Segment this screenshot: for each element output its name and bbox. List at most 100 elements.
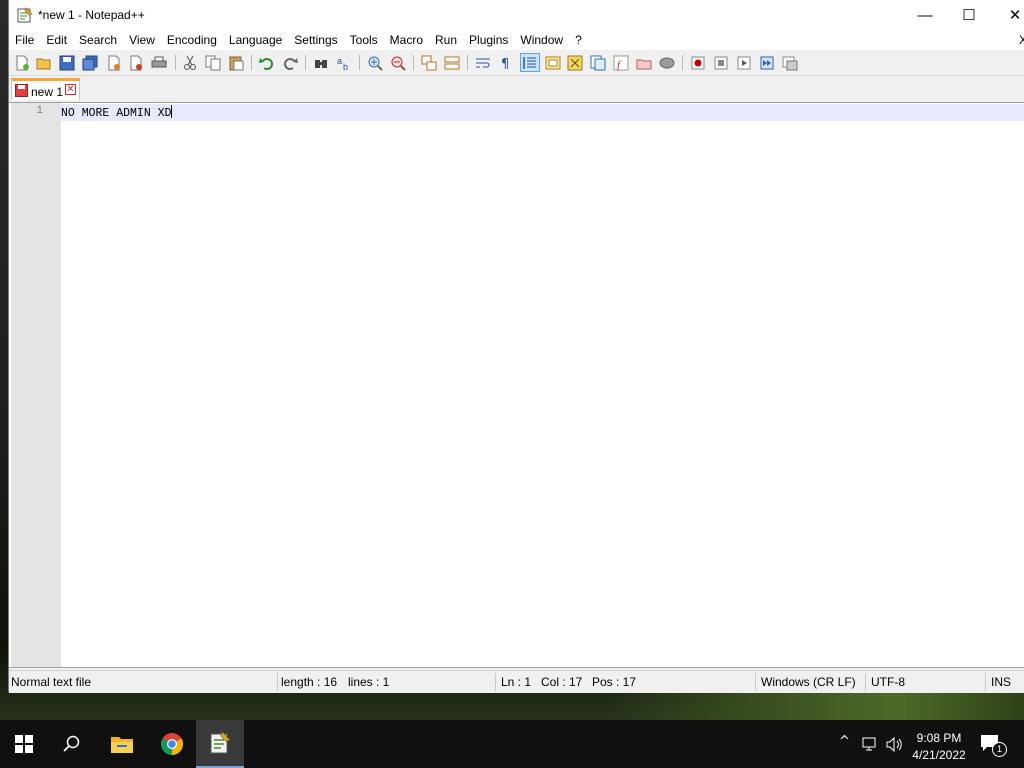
folder-as-workspace-button[interactable] xyxy=(635,54,653,71)
status-encoding[interactable]: UTF-8 xyxy=(871,675,905,689)
print-button[interactable] xyxy=(150,54,168,71)
show-all-chars-icon: ¶ xyxy=(501,57,509,71)
status-divider xyxy=(985,673,986,691)
toolbar-separator xyxy=(175,55,176,70)
play-macro-button[interactable] xyxy=(735,54,753,71)
volume-icon[interactable] xyxy=(886,737,904,752)
search-button[interactable] xyxy=(48,720,96,768)
clock-time: 9:08 PM xyxy=(916,731,962,745)
show-all-chars-button[interactable]: ¶ xyxy=(497,54,515,71)
redo-button[interactable] xyxy=(281,54,299,71)
menu-close-document[interactable]: X xyxy=(1013,30,1024,50)
status-insert-mode[interactable]: INS xyxy=(991,675,1011,689)
menu-encoding[interactable]: Encoding xyxy=(161,30,223,50)
tab-close-icon[interactable]: ✕ xyxy=(65,84,76,95)
sync-horizontal-icon xyxy=(444,56,460,69)
menu-plugins[interactable]: Plugins xyxy=(463,30,514,50)
close-file-button[interactable] xyxy=(105,54,123,71)
save-button[interactable] xyxy=(58,54,76,71)
document-list-button[interactable] xyxy=(589,54,607,71)
start-button[interactable] xyxy=(0,720,48,768)
minimize-icon: — xyxy=(917,6,933,24)
unsaved-file-icon xyxy=(15,84,28,97)
new-file-icon xyxy=(16,55,29,70)
run-macro-multiple-button[interactable] xyxy=(758,54,776,71)
network-icon[interactable] xyxy=(862,737,880,752)
toolbar-separator xyxy=(467,55,468,70)
sync-vertical-icon xyxy=(421,55,437,70)
current-line-highlight xyxy=(61,104,1024,121)
find-button[interactable] xyxy=(312,54,330,71)
maximize-button[interactable]: ☐ xyxy=(946,0,992,30)
menu-tools[interactable]: Tools xyxy=(344,30,384,50)
tray-chevron-up-icon[interactable]: ^ xyxy=(839,734,850,749)
zoom-in-button[interactable] xyxy=(366,54,384,71)
menu-settings[interactable]: Settings xyxy=(288,30,343,50)
close-button[interactable]: ✕ xyxy=(992,0,1024,30)
file-explorer-button[interactable] xyxy=(98,720,146,768)
status-bar: Normal text file length : 16 lines : 1 L… xyxy=(9,670,1024,693)
editor-area[interactable]: 1 NO MORE ADMIN XD xyxy=(9,102,1024,668)
indent-guide-icon xyxy=(523,56,536,69)
document-list-icon xyxy=(590,55,606,70)
paste-icon xyxy=(229,56,244,70)
undo-icon xyxy=(259,57,273,70)
copy-icon xyxy=(205,55,221,70)
status-eol[interactable]: Windows (CR LF) xyxy=(761,675,856,689)
open-file-button[interactable] xyxy=(35,54,53,71)
tab-bar: new 1 ✕ xyxy=(9,77,1024,102)
minimize-button[interactable]: — xyxy=(902,0,948,30)
paste-button[interactable] xyxy=(227,54,245,71)
monitoring-icon xyxy=(659,57,675,68)
user-defined-language-button[interactable] xyxy=(544,54,562,71)
editor-line[interactable]: NO MORE ADMIN XD xyxy=(61,105,173,120)
sync-vertical-button[interactable] xyxy=(420,54,438,71)
menu-view[interactable]: View xyxy=(123,30,161,50)
record-macro-button[interactable] xyxy=(689,54,707,71)
sync-horizontal-button[interactable] xyxy=(443,54,461,71)
chrome-icon xyxy=(161,733,183,755)
notepadpp-taskbar-button[interactable] xyxy=(196,720,244,768)
menu-edit[interactable]: Edit xyxy=(40,30,73,50)
new-file-button[interactable] xyxy=(13,54,31,71)
status-length: length : 16 xyxy=(281,675,338,689)
notification-center-button[interactable]: 1 xyxy=(980,734,1007,757)
stop-macro-button[interactable] xyxy=(712,54,730,71)
notification-badge: 1 xyxy=(992,742,1007,757)
line-number-gutter xyxy=(11,103,61,667)
monitoring-button[interactable] xyxy=(658,54,676,71)
start-icon xyxy=(15,735,33,753)
save-macro-icon xyxy=(782,56,798,70)
cut-button[interactable] xyxy=(181,54,199,71)
undo-button[interactable] xyxy=(258,54,276,71)
status-file-type: Normal text file xyxy=(11,675,92,689)
copy-button[interactable] xyxy=(204,54,222,71)
indent-guide-button[interactable] xyxy=(520,53,540,72)
function-list-icon: f xyxy=(613,55,629,71)
function-list-button[interactable]: f xyxy=(612,54,630,71)
replace-button[interactable]: ab xyxy=(335,54,353,71)
menu-help[interactable]: ? xyxy=(569,30,588,50)
close-all-button[interactable] xyxy=(127,54,145,71)
notepadpp-window: *new 1 - Notepad++ — ☐ ✕ File Edit Searc… xyxy=(8,0,1024,693)
toolbar-separator xyxy=(359,55,360,70)
menu-language[interactable]: Language xyxy=(223,30,288,50)
save-all-button[interactable] xyxy=(81,54,99,71)
tab-new-1[interactable]: new 1 ✕ xyxy=(11,78,80,100)
document-map-button[interactable] xyxy=(566,54,584,71)
word-wrap-button[interactable] xyxy=(474,54,492,71)
zoom-out-icon xyxy=(391,56,406,71)
menu-macro[interactable]: Macro xyxy=(384,30,429,50)
menu-search[interactable]: Search xyxy=(73,30,123,50)
title-bar[interactable]: *new 1 - Notepad++ — ☐ ✕ xyxy=(9,0,1024,30)
menu-file[interactable]: File xyxy=(9,30,40,50)
zoom-out-button[interactable] xyxy=(389,54,407,71)
file-explorer-icon xyxy=(111,737,133,753)
menu-run[interactable]: Run xyxy=(429,30,463,50)
system-clock[interactable]: 9:08 PM 4/21/2022 xyxy=(905,730,973,764)
folder-as-workspace-icon xyxy=(636,59,652,69)
status-pos: Pos : 17 xyxy=(592,675,637,689)
chrome-button[interactable] xyxy=(148,720,196,768)
save-macro-button[interactable] xyxy=(781,54,799,71)
menu-window[interactable]: Window xyxy=(514,30,569,50)
